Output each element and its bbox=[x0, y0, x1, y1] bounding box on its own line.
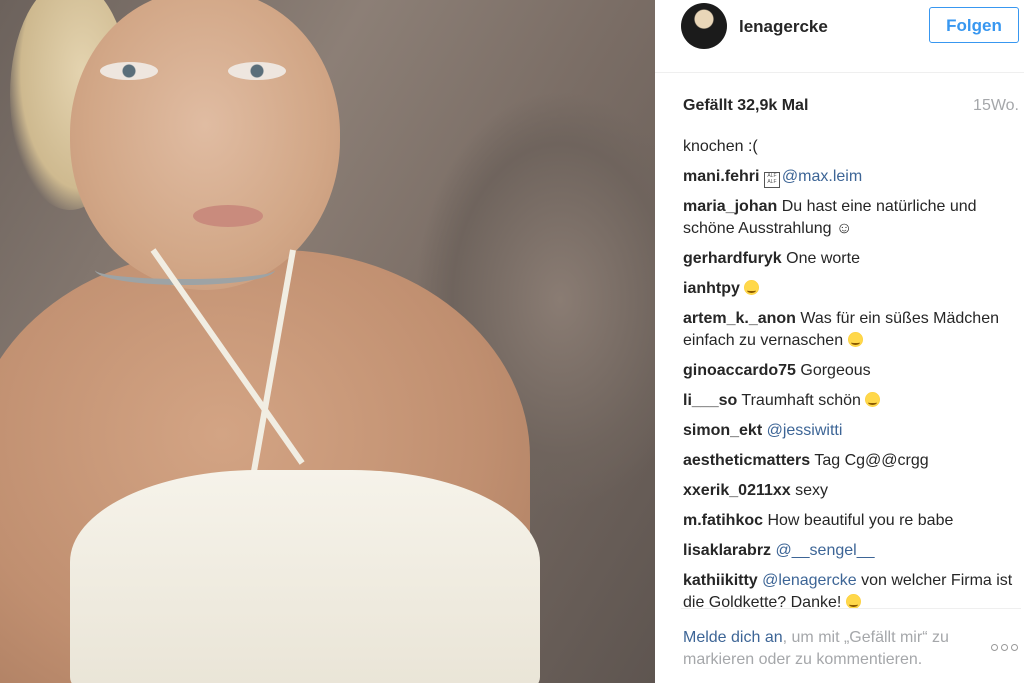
likes-row: Gefällt 32,9k Mal 15Wo. bbox=[683, 97, 1021, 119]
comment-item: lisaklarabrz @__sengel__ bbox=[683, 540, 1019, 562]
comment-item: m.fatihkoc How beautiful you re babe bbox=[683, 510, 1019, 532]
comment-text: Gorgeous bbox=[795, 362, 871, 379]
post-header: lenagercke Folgen bbox=[655, 0, 1024, 73]
comment-item: xxerik_0211xx sexy bbox=[683, 480, 1019, 502]
comment-text: How beautiful you re babe bbox=[763, 512, 954, 529]
photo-face bbox=[70, 0, 340, 290]
comment-list: knochen :( mani.fehri ALF ALF @max.leim ma… bbox=[683, 136, 1019, 622]
photo-left-eye bbox=[100, 62, 158, 80]
comment-username[interactable]: mani.fehri bbox=[683, 168, 759, 185]
photo-right-eye bbox=[228, 62, 286, 80]
comment-username[interactable]: simon_ekt bbox=[683, 422, 762, 439]
post-side-panel: lenagercke Folgen Gefällt 32,9k Mal 15Wo… bbox=[655, 0, 1024, 683]
photo-bikini bbox=[70, 470, 540, 683]
avatar[interactable] bbox=[681, 3, 727, 49]
comment-text: Traumhaft schön bbox=[737, 392, 866, 409]
comment-username[interactable]: aestheticmatters bbox=[683, 452, 810, 469]
comment-username[interactable]: xxerik_0211xx bbox=[683, 482, 791, 499]
photo-choker bbox=[95, 255, 275, 285]
comment-item: ianhtpy bbox=[683, 278, 1019, 300]
comment-username[interactable]: ginoaccardo75 bbox=[683, 362, 796, 379]
comment-username[interactable]: m.fatihkoc bbox=[683, 512, 763, 529]
follow-button[interactable]: Folgen bbox=[929, 7, 1019, 43]
comment-item: gerhardfuryk One worte bbox=[683, 248, 1019, 270]
comment-text: One worte bbox=[781, 250, 860, 267]
post-photo[interactable] bbox=[0, 0, 655, 683]
comment-username[interactable]: ianhtpy bbox=[683, 280, 740, 297]
username-link[interactable]: lenagercke bbox=[739, 17, 828, 37]
smile-emoji bbox=[847, 332, 863, 347]
photo-lips bbox=[193, 205, 263, 227]
post-time[interactable]: 15Wo. bbox=[973, 97, 1019, 115]
comment-username[interactable]: maria_johan bbox=[683, 198, 777, 215]
heart-eyes-emoji bbox=[744, 280, 760, 295]
heart-eyes-emoji bbox=[865, 392, 881, 407]
comment-username[interactable]: kathiikitty bbox=[683, 572, 758, 589]
comment-item: mani.fehri ALF ALF @max.leim bbox=[683, 166, 1019, 188]
comment-username[interactable]: li___so bbox=[683, 392, 737, 409]
comment-username[interactable]: gerhardfuryk bbox=[683, 250, 782, 267]
comment-item: maria_johan Du hast eine natürliche und … bbox=[683, 196, 1019, 240]
comment-text: Tag Cg@@crgg bbox=[810, 452, 929, 469]
unsupported-glyph-icon: ALF ALF bbox=[763, 172, 780, 188]
likes-count[interactable]: Gefällt 32,9k Mal bbox=[683, 97, 808, 115]
comment-item: ginoaccardo75 Gorgeous bbox=[683, 360, 1019, 382]
divider bbox=[681, 608, 1021, 609]
login-link[interactable]: Melde dich an bbox=[683, 629, 783, 646]
login-prompt: Melde dich an, um mit „Gefällt mir“ zu m… bbox=[683, 627, 983, 671]
comment-mention-link[interactable]: @__sengel__ bbox=[776, 542, 875, 559]
more-options-icon[interactable] bbox=[991, 638, 1021, 651]
post-caption: knochen :( bbox=[683, 138, 758, 155]
comment-item: artem_k._anon Was für ein süßes Mädchen … bbox=[683, 308, 1019, 352]
comment-item: li___so Traumhaft schön bbox=[683, 390, 1019, 412]
comment-item: aestheticmatters Tag Cg@@crgg bbox=[683, 450, 1019, 472]
smile-emoji bbox=[845, 594, 861, 609]
comment-mention-link[interactable]: @max.leim bbox=[782, 168, 862, 185]
comment-mention-link[interactable]: @lenagercke bbox=[762, 572, 857, 589]
comment-username[interactable]: lisaklarabrz bbox=[683, 542, 771, 559]
comment-mention-link[interactable]: @jessiwitti bbox=[767, 422, 843, 439]
comment-item: simon_ekt @jessiwitti bbox=[683, 420, 1019, 442]
comment-username[interactable]: artem_k._anon bbox=[683, 310, 796, 327]
comment-text: sexy bbox=[790, 482, 829, 499]
